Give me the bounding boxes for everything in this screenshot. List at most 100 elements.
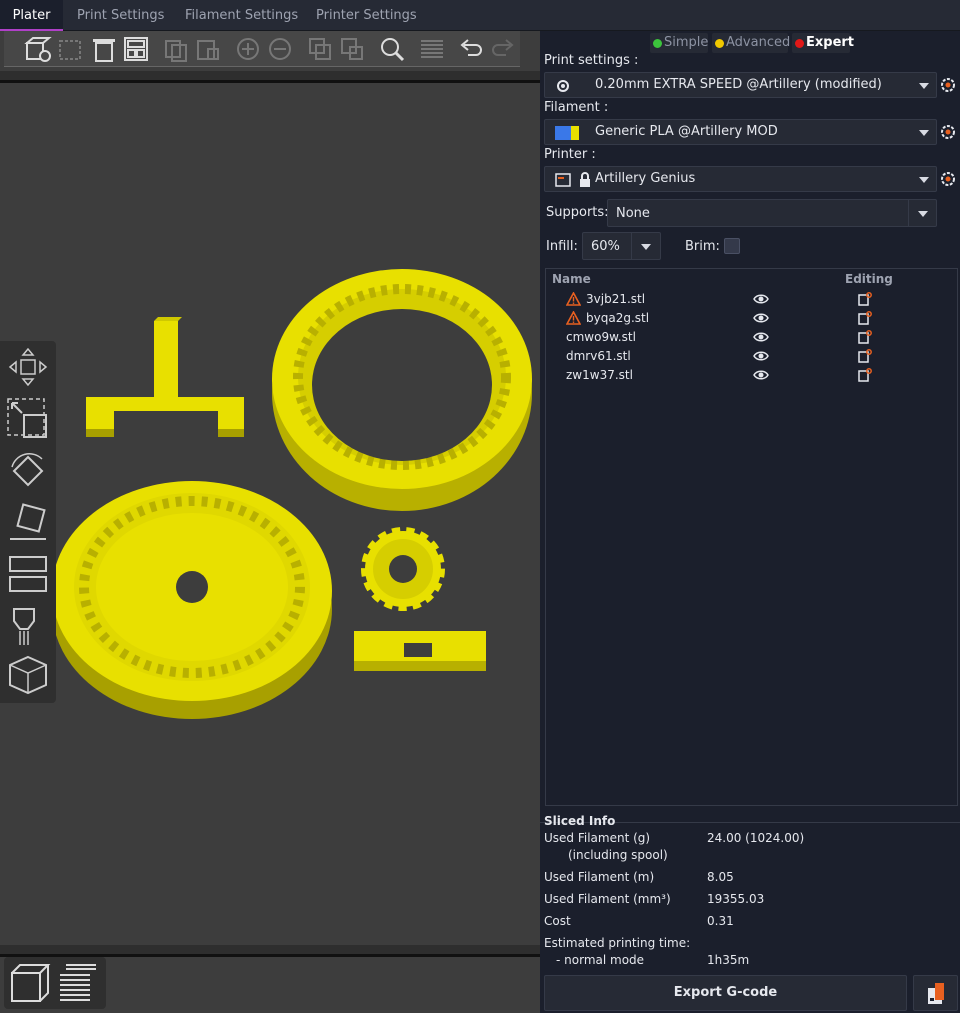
tab-filament-settings[interactable]: Filament Settings bbox=[185, 0, 298, 31]
edit-icon[interactable] bbox=[858, 311, 872, 325]
object-name: byqa2g.stl bbox=[586, 311, 650, 325]
mode-simple-button[interactable]: Simple bbox=[650, 33, 708, 53]
model-flat-bar[interactable] bbox=[354, 631, 486, 671]
select-divider bbox=[908, 200, 909, 226]
view-toggle-toolbar bbox=[4, 957, 106, 1009]
preview-icon[interactable] bbox=[56, 961, 100, 1005]
eye-icon[interactable] bbox=[753, 312, 769, 324]
model-t-bracket[interactable] bbox=[86, 317, 244, 437]
delete-icon[interactable] bbox=[56, 35, 84, 63]
place-on-face-icon[interactable] bbox=[6, 501, 50, 545]
lock-icon bbox=[580, 172, 590, 187]
filament-combo[interactable]: Generic PLA @Artillery MOD bbox=[544, 119, 937, 145]
simple-dot-icon bbox=[653, 39, 662, 48]
scale-icon[interactable] bbox=[6, 397, 50, 441]
list-item[interactable]: 3vjb21.stl bbox=[546, 290, 957, 309]
search-icon[interactable] bbox=[378, 35, 406, 63]
print-settings-label: Print settings : bbox=[544, 53, 639, 68]
used-filament-mm3-label: Used Filament (mm³) bbox=[544, 892, 671, 906]
printer-icon bbox=[555, 173, 571, 187]
infill-select[interactable]: 60% bbox=[582, 232, 661, 260]
cost-label: Cost bbox=[544, 914, 571, 928]
rotate-icon[interactable] bbox=[6, 449, 50, 493]
split-parts-icon bbox=[341, 38, 363, 60]
viewport-toolbar bbox=[4, 31, 520, 67]
paint-supports-icon[interactable] bbox=[6, 605, 50, 649]
scene-canvas bbox=[52, 269, 532, 719]
split-objects-icon bbox=[309, 38, 331, 60]
used-filament-g-value: 24.00 (1024.00) bbox=[707, 831, 805, 845]
layers-editing-icon bbox=[421, 40, 443, 58]
eye-icon[interactable] bbox=[753, 331, 769, 343]
move-icon[interactable] bbox=[6, 345, 50, 389]
eye-icon[interactable] bbox=[753, 293, 769, 305]
tab-printer-settings[interactable]: Printer Settings bbox=[316, 0, 417, 31]
mode-advanced-label: Advanced bbox=[726, 35, 791, 50]
3d-view-icon[interactable] bbox=[8, 961, 52, 1005]
advanced-dot-icon bbox=[715, 39, 724, 48]
object-name: dmrv61.stl bbox=[566, 349, 631, 363]
brim-checkbox[interactable] bbox=[724, 238, 740, 254]
print-settings-gear-icon[interactable] bbox=[940, 77, 956, 93]
printer-combo[interactable]: Artillery Genius bbox=[544, 166, 937, 192]
filament-value: Generic PLA @Artillery MOD bbox=[595, 124, 778, 139]
edit-icon[interactable] bbox=[858, 292, 872, 306]
supports-value: None bbox=[616, 206, 650, 221]
used-filament-m-value: 8.05 bbox=[707, 870, 734, 884]
arrange-icon[interactable] bbox=[122, 35, 150, 63]
estimated-time-label: Estimated printing time: bbox=[544, 936, 691, 950]
supports-select[interactable]: None bbox=[607, 199, 937, 227]
printer-value: Artillery Genius bbox=[595, 171, 696, 186]
normal-mode-value: 1h35m bbox=[707, 953, 750, 967]
edit-icon[interactable] bbox=[858, 368, 872, 382]
chevron-down-icon bbox=[919, 130, 929, 136]
add-instance-icon bbox=[237, 38, 259, 60]
model-ring-gear[interactable] bbox=[272, 269, 532, 511]
bed-edge-top bbox=[0, 71, 540, 83]
list-item[interactable]: dmrv61.stl bbox=[546, 347, 957, 366]
edit-icon[interactable] bbox=[858, 349, 872, 363]
chevron-down-icon bbox=[641, 244, 651, 250]
eye-icon[interactable] bbox=[753, 350, 769, 362]
tab-print-settings[interactable]: Print Settings bbox=[77, 0, 164, 31]
column-header-name[interactable]: Name bbox=[552, 272, 591, 286]
3d-viewport[interactable] bbox=[0, 31, 540, 1013]
sidebar-panel: Simple Advanced Expert Print settings : … bbox=[540, 31, 960, 1013]
list-item[interactable]: byqa2g.stl bbox=[546, 309, 957, 328]
column-header-editing[interactable]: Editing bbox=[845, 272, 893, 286]
object-name: 3vjb21.stl bbox=[586, 292, 646, 306]
eye-icon[interactable] bbox=[753, 369, 769, 381]
brim-label: Brim: bbox=[685, 239, 720, 254]
used-filament-g-label: Used Filament (g) bbox=[544, 831, 651, 845]
list-item[interactable]: cmwo9w.stl bbox=[546, 328, 957, 347]
send-to-printer-button[interactable] bbox=[913, 975, 958, 1011]
sliced-info-title: Sliced Info bbox=[544, 814, 616, 828]
normal-mode-label: - normal mode bbox=[556, 953, 645, 967]
used-filament-m-label: Used Filament (m) bbox=[544, 870, 655, 884]
chevron-down-icon bbox=[918, 211, 928, 217]
cut-icon[interactable] bbox=[6, 553, 50, 597]
chevron-down-icon bbox=[919, 177, 929, 183]
export-gcode-button[interactable]: Export G-code bbox=[544, 975, 907, 1011]
print-settings-combo[interactable]: 0.20mm EXTRA SPEED @Artillery (modified) bbox=[544, 72, 937, 98]
mode-advanced-button[interactable]: Advanced bbox=[712, 33, 791, 53]
printer-label: Printer : bbox=[544, 147, 596, 162]
list-item[interactable]: zw1w37.stl bbox=[546, 366, 957, 385]
printer-gear-icon[interactable] bbox=[940, 171, 956, 187]
seam-painting-icon[interactable] bbox=[6, 653, 50, 697]
object-name: zw1w37.stl bbox=[566, 368, 633, 382]
model-large-gear[interactable] bbox=[52, 481, 332, 719]
delete-all-icon[interactable] bbox=[90, 35, 118, 63]
including-spool-label: (including spool) bbox=[568, 848, 668, 862]
tab-plater[interactable]: Plater bbox=[0, 0, 63, 31]
undo-icon[interactable] bbox=[456, 35, 484, 63]
chevron-down-icon bbox=[919, 83, 929, 89]
warning-icon bbox=[566, 292, 581, 306]
filament-gear-icon[interactable] bbox=[940, 124, 956, 140]
edit-icon[interactable] bbox=[858, 330, 872, 344]
add-object-icon[interactable] bbox=[24, 35, 52, 63]
infill-value: 60% bbox=[591, 239, 620, 254]
mode-expert-button[interactable]: Expert bbox=[792, 33, 854, 53]
expert-dot-icon bbox=[795, 39, 804, 48]
model-small-gear[interactable] bbox=[361, 527, 445, 611]
